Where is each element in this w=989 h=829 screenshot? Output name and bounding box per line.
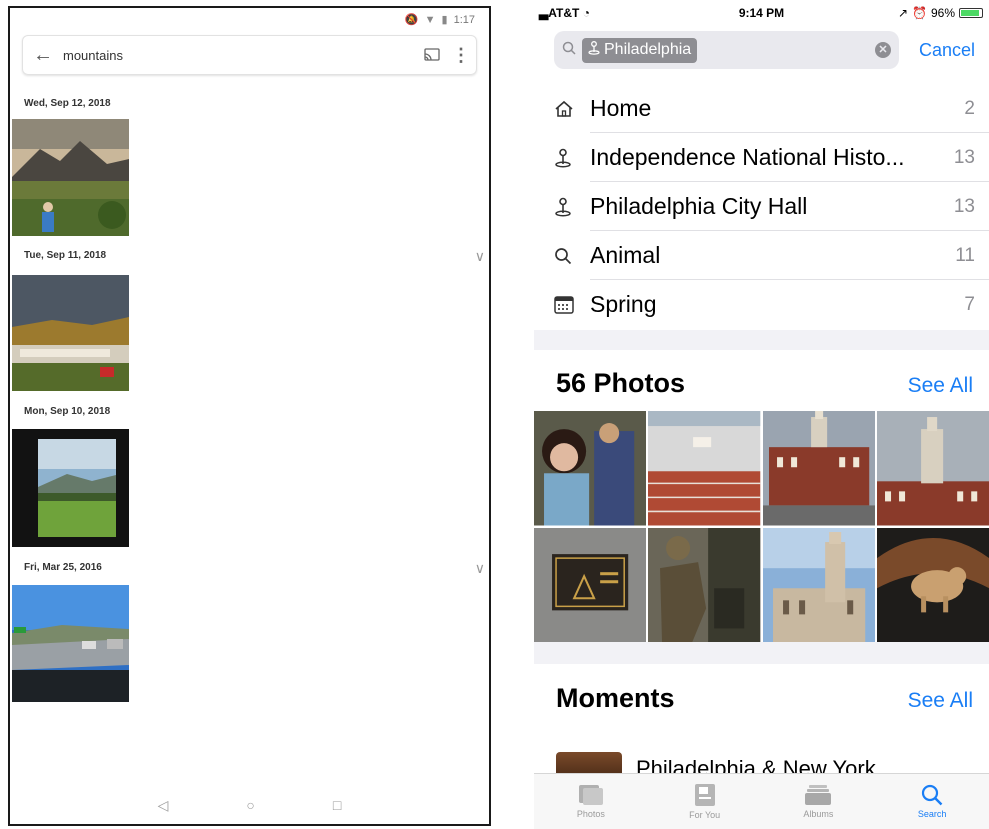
moments-section-title: Moments (556, 683, 675, 713)
location-icon: ↗ (897, 6, 909, 20)
photo-thumbnail[interactable] (534, 527, 647, 642)
photo-thumbnail[interactable] (12, 585, 129, 702)
android-status-time: 1:17 (453, 13, 475, 26)
home-icon[interactable]: ○ (246, 797, 254, 814)
photos-tab-icon (578, 785, 603, 805)
battery-icon: ▮ (441, 14, 448, 26)
comparison-screenshot: 🔕 ▼ ▮ 1:17 ← mountains ⋮ Wed, Sep 12, 20… (0, 0, 989, 829)
calendar-icon (554, 295, 590, 314)
alarm-icon: ⏰ (912, 6, 927, 20)
search-suggestions-list: Home 2 Independence National Histo... 13… (534, 84, 989, 329)
search-token[interactable]: Philadelphia (582, 37, 698, 63)
photos-grid (534, 411, 989, 642)
search-tab-icon (922, 784, 943, 806)
notifications-off-icon: 🔕 (404, 14, 419, 26)
search-field[interactable]: Philadelphia ✕ (554, 31, 899, 69)
landmark-pin-icon (554, 197, 590, 217)
search-query[interactable]: mountains (63, 48, 418, 63)
tab-search[interactable]: Search (875, 774, 989, 829)
albums-tab-icon (805, 785, 832, 805)
tab-photos[interactable]: Photos (534, 774, 648, 829)
photo-thumbnail[interactable] (762, 411, 875, 526)
clear-search-icon[interactable]: ✕ (875, 42, 891, 58)
date-header: Mon, Sep 10, 2018 (24, 406, 111, 417)
suggestion-row[interactable]: Animal 11 (534, 231, 989, 280)
battery-percent: 96% (930, 6, 955, 20)
ios-photos-search-screen: ▃AT&T ◔ 9:14 PM ↗ ⏰ 96% Philadelphia ✕ C… (534, 0, 989, 829)
suggestion-row[interactable]: Philadelphia City Hall 13 (534, 182, 989, 231)
ios-status-bar: ▃AT&T ◔ 9:14 PM ↗ ⏰ 96% (534, 0, 989, 26)
for-you-tab-icon (694, 784, 715, 806)
home-icon (554, 99, 590, 119)
cast-icon[interactable] (418, 48, 446, 62)
moment-thumbnail (556, 752, 622, 774)
landmark-pin-icon (588, 40, 600, 60)
suggestion-row[interactable]: Home 2 (534, 84, 989, 133)
moment-row[interactable]: Philadelphia & New York (556, 752, 989, 774)
recents-icon[interactable]: □ (333, 797, 341, 814)
photo-thumbnail[interactable] (12, 429, 129, 547)
section-divider (534, 330, 989, 350)
section-divider (534, 642, 989, 664)
suggestion-row[interactable]: Independence National Histo... 13 (534, 133, 989, 182)
more-options-icon[interactable]: ⋮ (446, 45, 476, 66)
cancel-button[interactable]: Cancel (919, 40, 975, 61)
android-google-photos-screen: 🔕 ▼ ▮ 1:17 ← mountains ⋮ Wed, Sep 12, 20… (8, 6, 491, 826)
search-token-label: Philadelphia (604, 41, 692, 58)
search-icon (562, 41, 576, 60)
tab-bar: Photos For You Albums Search (534, 773, 989, 829)
android-status-bar: 🔕 ▼ ▮ 1:17 (10, 8, 489, 32)
moments-see-all-link[interactable]: See All (908, 689, 973, 713)
landmark-pin-icon (554, 148, 590, 168)
wifi-icon: ▼ (424, 13, 436, 26)
photo-thumbnail[interactable] (648, 527, 761, 642)
photo-thumbnail[interactable] (12, 119, 129, 236)
tab-for-you[interactable]: For You (648, 774, 762, 829)
photo-thumbnail[interactable] (648, 411, 761, 526)
photo-thumbnail[interactable] (876, 411, 989, 526)
date-header: Tue, Sep 11, 2018 (24, 250, 107, 261)
photo-thumbnail[interactable] (762, 527, 875, 642)
date-header: Wed, Sep 12, 2018 (24, 98, 111, 109)
android-search-bar[interactable]: ← mountains ⋮ (22, 35, 477, 75)
chevron-down-icon[interactable]: ∨ (475, 560, 485, 577)
photo-thumbnail[interactable] (534, 411, 647, 526)
back-icon[interactable]: ◁ (158, 797, 169, 814)
photo-thumbnail[interactable] (12, 275, 129, 391)
chevron-down-icon[interactable]: ∨ (475, 248, 485, 265)
suggestion-row[interactable]: Spring 7 (534, 280, 989, 329)
date-header: Fri, Mar 25, 2016 (24, 562, 102, 573)
photo-thumbnail[interactable] (876, 527, 989, 642)
back-arrow-icon[interactable]: ← (23, 44, 63, 67)
photos-see-all-link[interactable]: See All (908, 374, 973, 398)
search-icon (554, 247, 590, 265)
photos-section-title: 56 Photos (556, 368, 686, 398)
tab-albums[interactable]: Albums (762, 774, 876, 829)
android-nav-bar: ◁ ○ □ (10, 797, 489, 814)
battery-icon (959, 8, 983, 18)
